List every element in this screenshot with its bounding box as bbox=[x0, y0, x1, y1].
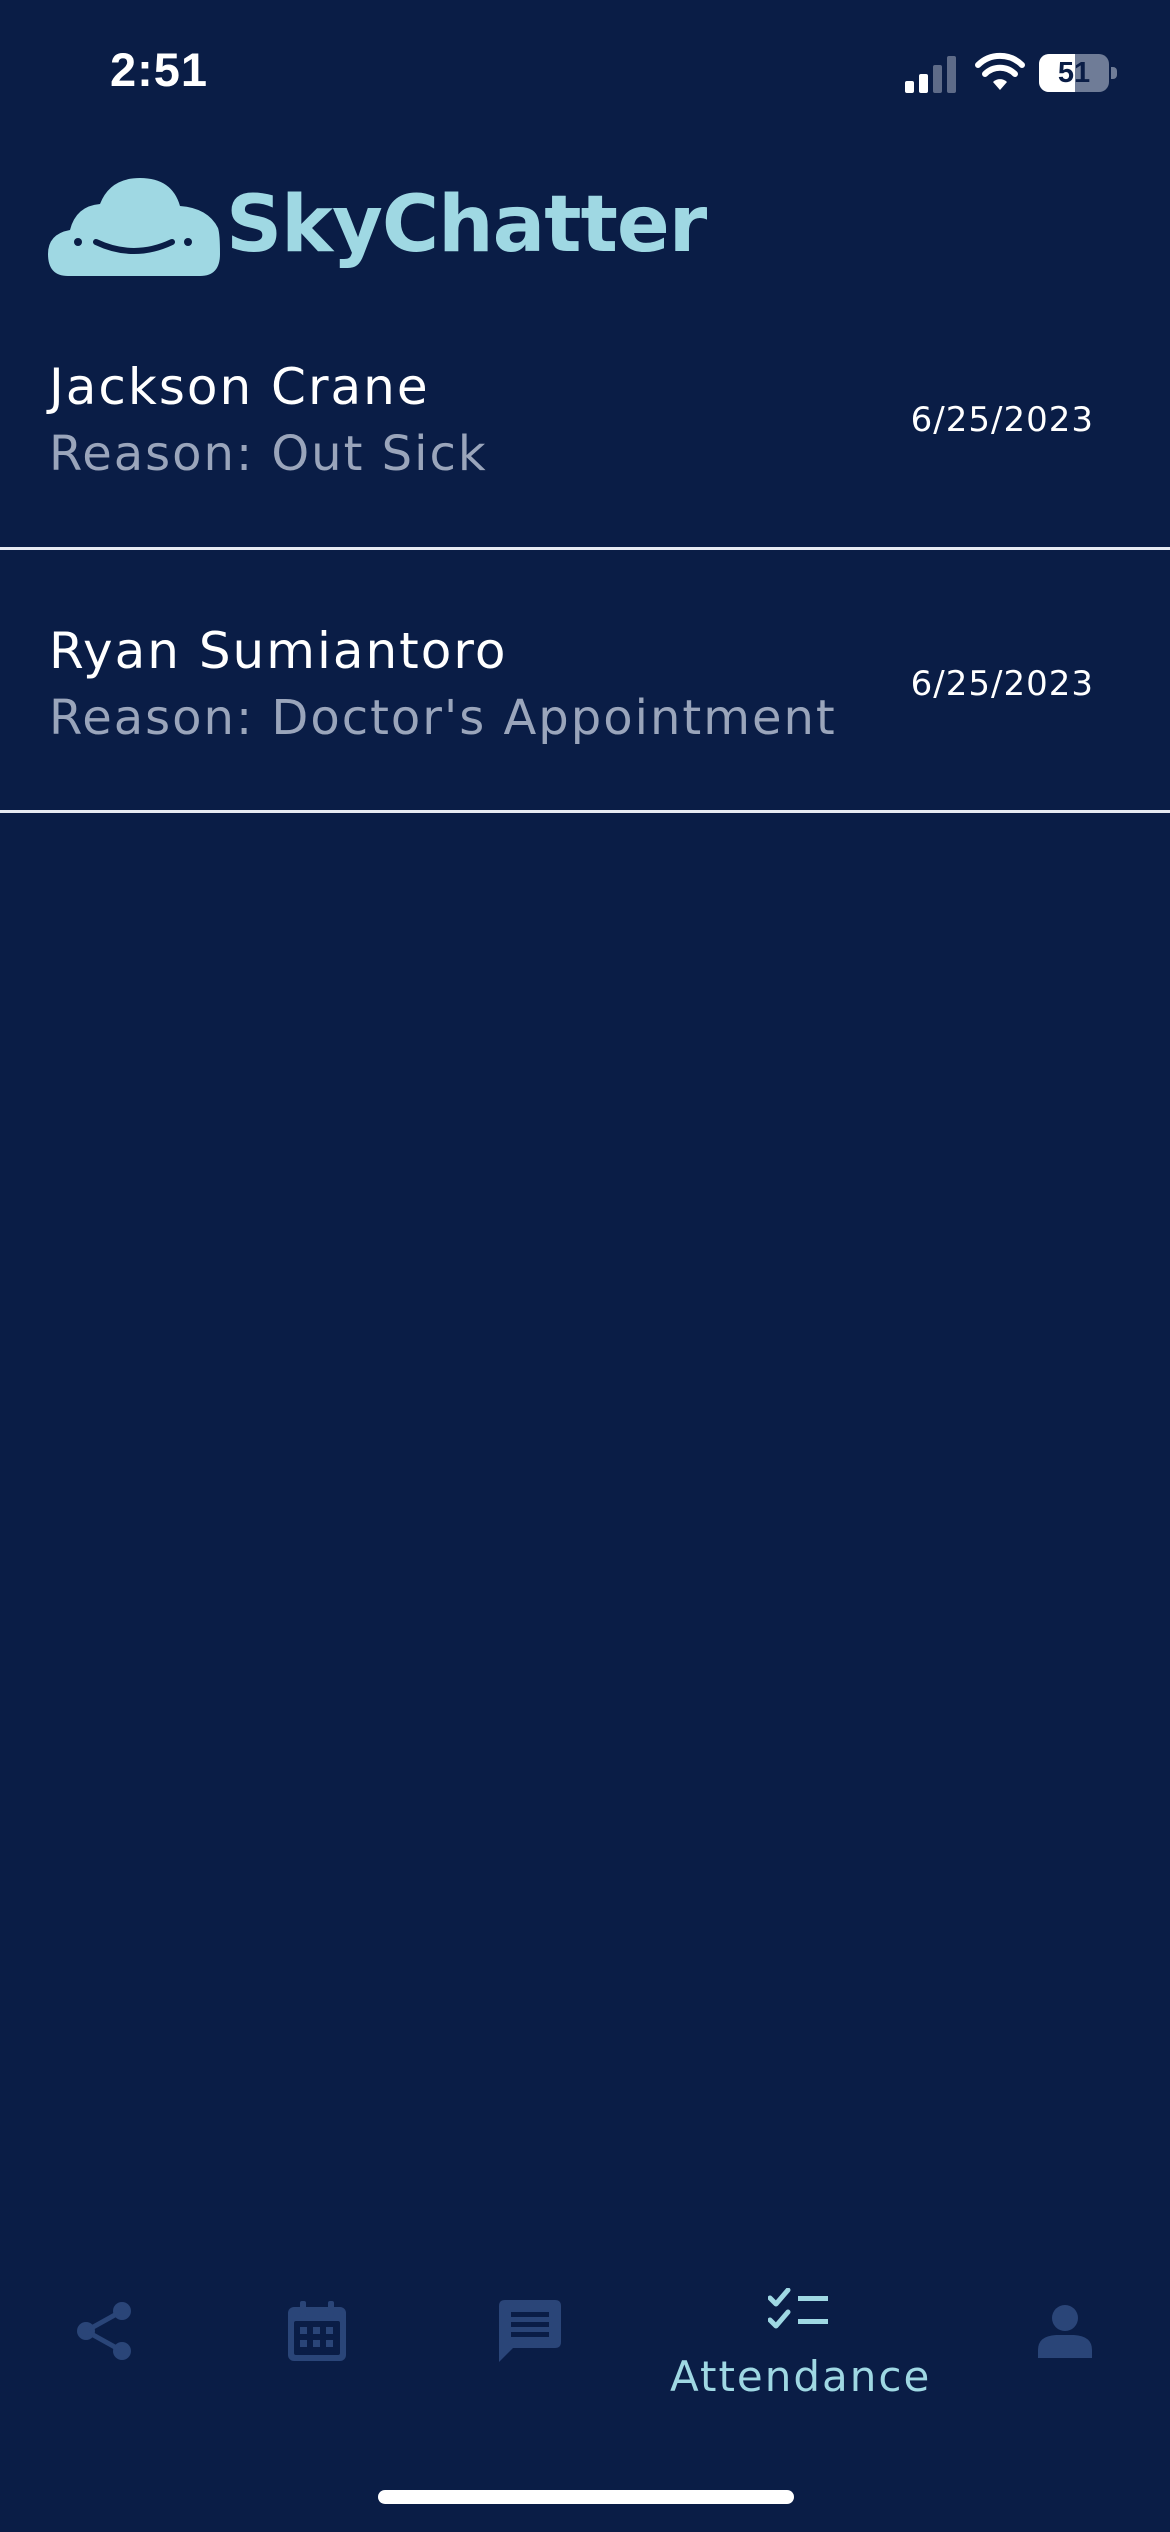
absence-reason: Reason: Doctor's Appointment bbox=[49, 690, 837, 746]
employee-name: Ryan Sumiantoro bbox=[49, 622, 508, 680]
battery-indicator: 51 bbox=[1039, 54, 1117, 92]
list-item[interactable]: Jackson Crane Reason: Out Sick 6/25/2023 bbox=[0, 320, 1170, 550]
nav-tab-attendance[interactable]: Attendance bbox=[668, 2280, 932, 2420]
absence-reason: Reason: Out Sick bbox=[49, 426, 488, 482]
absence-date: 6/25/2023 bbox=[910, 400, 1094, 440]
app-title: SkyChatter bbox=[226, 180, 707, 270]
absence-list: Jackson Crane Reason: Out Sick 6/25/2023… bbox=[0, 320, 1170, 813]
chat-icon bbox=[499, 2300, 561, 2362]
cellular-signal-icon bbox=[905, 56, 956, 93]
wifi-icon bbox=[975, 52, 1025, 90]
battery-level: 51 bbox=[1057, 57, 1091, 89]
app-header: SkyChatter bbox=[48, 172, 848, 282]
list-item[interactable]: Ryan Sumiantoro Reason: Doctor's Appoint… bbox=[0, 550, 1170, 813]
calendar-icon bbox=[288, 2301, 346, 2361]
nav-tab-calendar[interactable] bbox=[262, 2280, 372, 2420]
nav-tab-profile[interactable] bbox=[1010, 2280, 1120, 2420]
nav-label-attendance: Attendance bbox=[670, 2352, 932, 2401]
absence-date: 6/25/2023 bbox=[910, 664, 1094, 704]
smiling-cloud-icon bbox=[48, 178, 220, 276]
checklist-icon bbox=[768, 2288, 828, 2329]
employee-name: Jackson Crane bbox=[49, 358, 430, 416]
bottom-nav: Attendance bbox=[0, 2280, 1170, 2420]
status-time: 2:51 bbox=[110, 43, 209, 96]
home-indicator[interactable] bbox=[378, 2490, 794, 2504]
nav-tab-share[interactable] bbox=[50, 2280, 160, 2420]
share-icon bbox=[77, 2302, 131, 2360]
nav-tab-chat[interactable] bbox=[475, 2280, 585, 2420]
status-bar: 2:51 51 bbox=[0, 0, 1170, 150]
person-icon bbox=[1038, 2305, 1092, 2358]
